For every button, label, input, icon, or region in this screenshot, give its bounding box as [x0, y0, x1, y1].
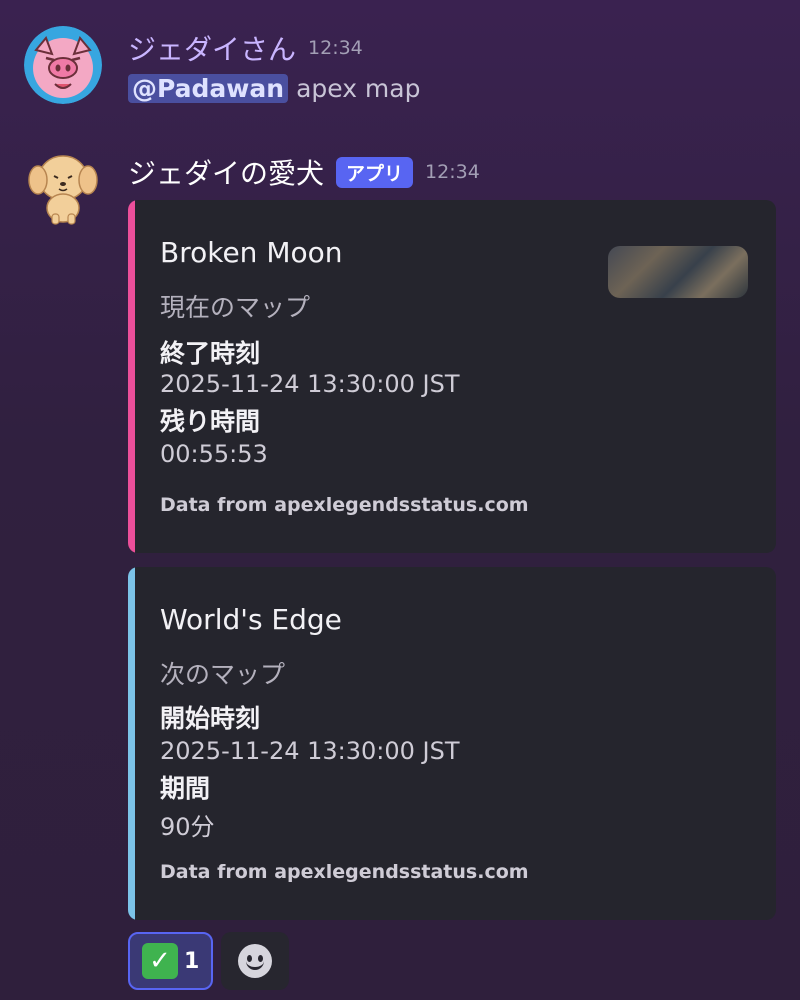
field-value: 00:55:53 — [160, 440, 268, 468]
field-name: 開始時刻 — [160, 704, 261, 733]
embed-current-map: Broken Moon 現在のマップ 終了時刻 2025-11-24 13:30… — [128, 200, 776, 553]
timestamp: 12:34 — [425, 161, 480, 183]
embed-next-map: World's Edge 次のマップ 開始時刻 2025-11-24 13:30… — [128, 567, 776, 920]
embed-accent-bar — [128, 200, 135, 553]
embed-description: 現在のマップ — [160, 293, 311, 322]
field-value: 2025-11-24 13:30:00 JST — [160, 370, 460, 398]
user-mention[interactable]: @Padawan — [128, 74, 289, 103]
reaction-check[interactable]: ✓ 1 — [128, 932, 214, 990]
map-thumbnail[interactable] — [608, 246, 748, 298]
embed-title: World's Edge — [160, 603, 342, 636]
embed-footer: Data from apexlegendsstatus.com — [160, 494, 529, 516]
reactions-bar: ✓ 1 — [128, 932, 290, 990]
pig-avatar-icon[interactable] — [24, 26, 102, 104]
dog-avatar-icon[interactable] — [24, 148, 102, 226]
app-badge: アプリ — [336, 156, 414, 188]
timestamp: 12:34 — [308, 37, 363, 59]
check-mark-emoji-icon: ✓ — [142, 943, 178, 979]
message-text: apex map — [296, 74, 421, 103]
field-name: 終了時刻 — [160, 339, 261, 368]
field-name: 期間 — [160, 774, 211, 803]
reaction-count: 1 — [184, 948, 200, 974]
field-value: 2025-11-24 13:30:00 JST — [160, 737, 460, 765]
username[interactable]: ジェダイの愛犬 — [128, 152, 324, 192]
field-value: 90分 — [160, 813, 215, 841]
username[interactable]: ジェダイさん — [128, 28, 296, 68]
embed-description: 次のマップ — [160, 660, 286, 689]
add-reaction-icon — [238, 944, 273, 978]
embed-accent-bar — [128, 567, 135, 920]
add-reaction-button[interactable] — [221, 932, 290, 990]
field-name: 残り時間 — [160, 407, 261, 436]
embed-footer: Data from apexlegendsstatus.com — [160, 861, 529, 883]
embed-title: Broken Moon — [160, 236, 343, 269]
